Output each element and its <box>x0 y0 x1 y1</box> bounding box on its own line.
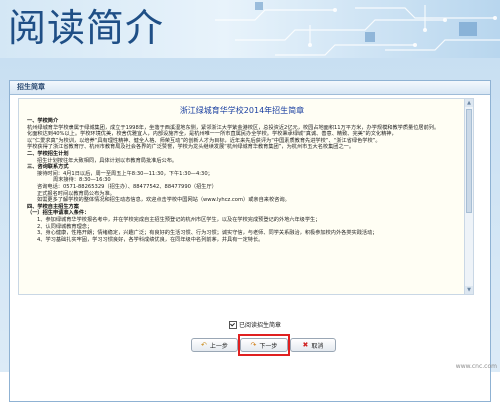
cancel-button-label: 取消 <box>311 342 324 350</box>
back-arrow-icon: ↶ <box>201 340 207 349</box>
section-heading: 一、学校简介 <box>27 118 59 124</box>
forward-arrow-icon: ↷ <box>250 340 257 349</box>
prev-button-label: 上一步 <box>209 342 228 350</box>
document-paragraph: 1、参加绿城育华学校报名考中，并在学校完成自主招生预登记的杭州市区学生，以及在学… <box>37 216 321 223</box>
document-title: 浙江绿城育华学校2014年招生简章 <box>179 106 305 115</box>
document-paragraph: 学校获得了浙江省教育厅、杭州市教育局及社会各界的广泛赞誉，学校为龙头继续发展“杭… <box>27 144 355 151</box>
scroll-down-arrow-icon[interactable]: ▼ <box>465 286 473 294</box>
circuit-decoration <box>215 2 500 56</box>
next-button[interactable]: ↷ 下一步 <box>240 338 288 352</box>
next-button-label: 下一步 <box>259 342 278 350</box>
document-paragraph: 化面积达到40%以上。学校环境优美，校舍优雅宜人，内部设施齐全，是杭州唯一一所市… <box>27 131 397 138</box>
agree-checkbox[interactable] <box>229 320 237 329</box>
panel-header: 招生简章 <box>10 81 490 95</box>
document-paragraph: 3、身心健康，性格开朗；情绪稳定，兴趣广泛；有良好的生活习惯、行为习惯；诚实守信… <box>37 230 378 237</box>
scroll-thumb[interactable] <box>466 109 472 213</box>
document-body: 一、学校简介 杭州绿城育华学校隶属于绿城集团，成立于1998年，坐落于西溪湿地东侧… <box>19 116 465 243</box>
section-heading: 二、学校招生计划 <box>27 150 69 157</box>
scroll-up-arrow-icon[interactable]: ▲ <box>465 99 473 107</box>
section-heading: 三、咨询联系方式 <box>27 164 69 171</box>
document-paragraph: 咨询电话：0571-88265329（招生办）、88477542、8847799… <box>37 183 217 190</box>
cancel-x-icon: ✖ <box>302 340 309 349</box>
cancel-button[interactable]: ✖ 取消 <box>290 338 336 352</box>
section-heading: 四、学校自主招生方案 <box>27 203 79 210</box>
document-scrollbar[interactable]: ▲ ▼ <box>464 99 473 294</box>
section-heading: （一）招生申请准入条件： <box>27 210 90 217</box>
header-banner: 阅读简介 <box>0 0 500 58</box>
main-area: 招生简章 浙江绿城育华学校2014年招生简章 一、学校简介 杭州绿城育华学校隶属于… <box>0 58 500 402</box>
page-title: 阅读简介 <box>8 6 165 50</box>
document-paragraph: 4、学习基础扎实牢固，学习习惯良好，各学科成绩优良，在同年级中名列前茅，并具有一… <box>37 236 264 243</box>
enrollment-panel: 招生简章 浙江绿城育华学校2014年招生简章 一、学校简介 杭州绿城育华学校隶属于… <box>9 80 491 402</box>
document-paragraph: 如需更多了解学校的整体情况和招生动态信息，欢迎点击学校中国网站（www.lyhc… <box>37 197 290 204</box>
agree-checkbox-row[interactable]: 已阅读招生简章 <box>229 320 281 329</box>
document-viewer[interactable]: 浙江绿城育华学校2014年招生简章 一、学校简介 杭州绿城育华学校隶属于绿城集团，… <box>18 98 474 295</box>
prev-button[interactable]: ↶ 上一步 <box>191 338 238 352</box>
document-paragraph: 周末接待：8:30—16:30 <box>53 177 111 184</box>
document-paragraph: 招生计划按往年大致相同，具体计划以市教育局批准后公布。 <box>37 157 178 164</box>
document-content: 浙江绿城育华学校2014年招生简章 一、学校简介 杭州绿城育华学校隶属于绿城集团，… <box>19 99 465 294</box>
watermark: www.cnc.com <box>455 363 497 370</box>
agree-label: 已阅读招生简章 <box>239 322 282 329</box>
